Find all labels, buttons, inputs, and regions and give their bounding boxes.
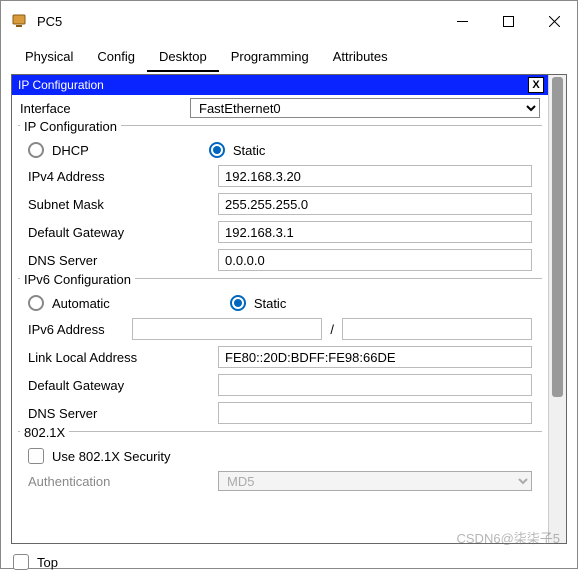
ipv6-auto-radio[interactable]: Automatic (28, 295, 110, 311)
tab-config[interactable]: Config (85, 45, 147, 72)
ipv6-auto-label: Automatic (52, 296, 110, 311)
prefix-slash: / (322, 322, 342, 337)
maximize-button[interactable] (485, 1, 531, 41)
dot1x-group-title: 802.1X (20, 425, 69, 440)
dot1x-group: 802.1X Use 802.1X Security Authenticatio… (18, 431, 542, 494)
ipv6-address-input[interactable] (132, 318, 322, 340)
interface-select[interactable]: FastEthernet0 (190, 98, 540, 118)
ipv4-static-label: Static (233, 143, 266, 158)
ipv4-address-input[interactable] (218, 165, 532, 187)
ipv6-dns-label: DNS Server (28, 406, 218, 421)
ipv6-addr-label: IPv6 Address (28, 322, 132, 337)
ipv4-group-title: IP Configuration (20, 119, 121, 134)
ipv6-static-radio[interactable]: Static (230, 295, 287, 311)
ipv6-dns-input[interactable] (218, 402, 532, 424)
ipv4-gateway-label: Default Gateway (28, 225, 218, 240)
ipv6-group: IPv6 Configuration Automatic Static IPv6… (18, 278, 542, 427)
ipv6-static-label: Static (254, 296, 287, 311)
ipv6-prefix-input[interactable] (342, 318, 532, 340)
tab-desktop[interactable]: Desktop (147, 45, 219, 72)
ipv4-gateway-input[interactable] (218, 221, 532, 243)
minimize-button[interactable] (439, 1, 485, 41)
top-label: Top (37, 555, 58, 570)
ipv4-dhcp-label: DHCP (52, 143, 89, 158)
use-8021x-checkbox[interactable] (28, 448, 44, 464)
ipv4-addr-label: IPv4 Address (28, 169, 218, 184)
ipv4-static-radio[interactable]: Static (209, 142, 266, 158)
link-local-input[interactable] (218, 346, 532, 368)
subnet-mask-input[interactable] (218, 193, 532, 215)
vertical-scrollbar[interactable] (548, 75, 566, 543)
bottom-bar: Top (1, 550, 577, 574)
top-checkbox[interactable] (13, 554, 29, 570)
use-8021x-label: Use 802.1X Security (52, 449, 171, 464)
subnet-mask-label: Subnet Mask (28, 197, 218, 212)
auth-label: Authentication (28, 474, 218, 489)
window-title: PC5 (37, 14, 62, 29)
close-button[interactable] (531, 1, 577, 41)
app-icon (11, 12, 29, 30)
tab-attributes[interactable]: Attributes (321, 45, 400, 72)
ipv6-gateway-input[interactable] (218, 374, 532, 396)
ipv6-group-title: IPv6 Configuration (20, 272, 135, 287)
auth-select: MD5 (218, 471, 532, 491)
tab-bar: Physical Config Desktop Programming Attr… (1, 41, 577, 72)
panel-close-button[interactable]: X (528, 77, 544, 93)
ipv4-group: IP Configuration DHCP Static IPv4 Addres… (18, 125, 542, 274)
titlebar: PC5 (1, 1, 577, 41)
ipv4-dns-label: DNS Server (28, 253, 218, 268)
ipv4-dhcp-radio[interactable]: DHCP (28, 142, 89, 158)
scroll-thumb[interactable] (552, 77, 563, 397)
panel-title: IP Configuration (18, 78, 104, 92)
ipv4-dns-input[interactable] (218, 249, 532, 271)
tab-programming[interactable]: Programming (219, 45, 321, 72)
tab-physical[interactable]: Physical (13, 45, 85, 72)
content-area: IP Configuration X Interface FastEtherne… (11, 74, 567, 544)
interface-label: Interface (20, 101, 190, 116)
panel-header: IP Configuration X (12, 75, 548, 95)
ipv6-gateway-label: Default Gateway (28, 378, 218, 393)
link-local-label: Link Local Address (28, 350, 218, 365)
